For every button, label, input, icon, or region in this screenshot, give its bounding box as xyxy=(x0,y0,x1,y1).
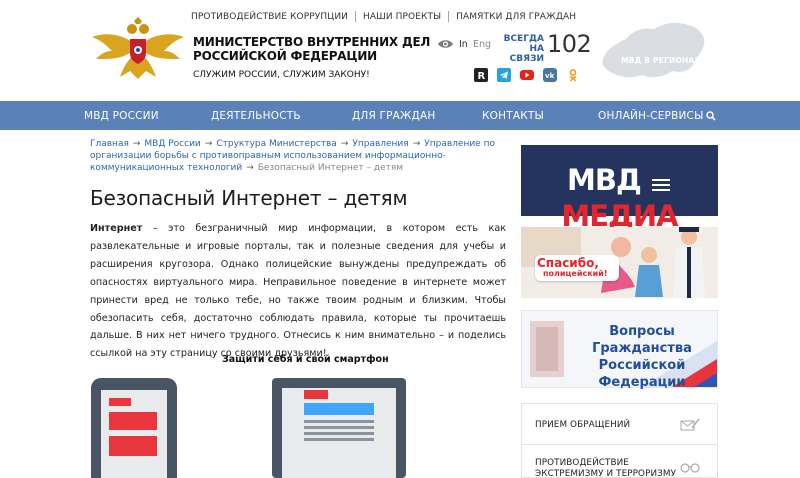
breadcrumb-structure[interactable]: Структура Министерства xyxy=(216,139,336,149)
regions-label[interactable]: МВД В РЕГИОНАХ xyxy=(621,56,701,65)
rutube-icon[interactable]: R xyxy=(474,67,488,82)
nav-contacts[interactable]: КОНТАКТЫ xyxy=(482,110,544,122)
top-nav-projects-link[interactable]: НАШИ ПРОЕКТЫ xyxy=(363,12,441,22)
services-divider xyxy=(522,444,717,445)
banner-media-text: МВД МЕДИА xyxy=(521,163,718,233)
search-icon[interactable] xyxy=(706,111,716,121)
breadcrumb-current: Безопасный Интернет – детям xyxy=(257,163,404,173)
service-extremism-label2: ЭКСТРЕМИЗМУ И ТЕРРОРИЗМУ xyxy=(535,469,677,478)
social-links: R vk xyxy=(474,67,580,82)
nav-for-citizens[interactable]: ДЛЯ ГРАЖДАН xyxy=(352,110,435,122)
smartphone-block xyxy=(109,436,157,456)
laptop-line xyxy=(304,432,374,435)
intro-text: – это безграничный мир информации, в кот… xyxy=(90,223,506,360)
banner-thanks-line2: полицейский! xyxy=(543,269,608,278)
lang-eng-link[interactable]: Eng xyxy=(473,39,491,50)
nav-activity[interactable]: ДЕЯТЕЛЬНОСТЬ xyxy=(211,110,301,122)
breadcrumb-departments[interactable]: Управления xyxy=(352,139,408,149)
hotline-number[interactable]: 102 xyxy=(547,30,592,58)
service-extremism-label1: ПРОТИВОДЕЙСТВИЕ xyxy=(535,458,629,468)
top-nav-divider xyxy=(355,11,356,22)
org-motto: СЛУЖИМ РОССИИ, СЛУЖИМ ЗАКОНУ! xyxy=(193,70,370,80)
section-subheading: Защити себя и свой смартфон xyxy=(222,354,389,365)
services-box: ПРИЕМ ОБРАЩЕНИЙ ПРОТИВОДЕЙСТВИЕ ЭКСТРЕМИ… xyxy=(521,403,718,478)
laptop-block xyxy=(304,403,374,415)
eye-icon[interactable] xyxy=(437,38,454,50)
laptop-line xyxy=(304,426,374,429)
page-title: Безопасный Интернет – детям xyxy=(90,186,408,210)
site-header: ПРОТИВОДЕЙСТВИЕ КОРРУПЦИИ НАШИ ПРОЕКТЫ П… xyxy=(0,0,800,101)
service-appeals-link[interactable]: ПРИЕМ ОБРАЩЕНИЙ xyxy=(535,420,630,431)
banner-questions-line1: Вопросы xyxy=(609,324,675,339)
breadcrumb-arrow: → xyxy=(204,139,213,149)
banner-questions-line3: Российской Федерации xyxy=(598,358,686,390)
nav-mvd-russia[interactable]: МВД РОССИИ xyxy=(84,110,159,122)
banner-thanks-police[interactable]: Спасибо, полицейский! xyxy=(521,227,718,298)
banner-citizenship-questions[interactable]: Вопросы Гражданства Российской Федерации xyxy=(521,310,718,391)
laptop-line xyxy=(304,420,374,423)
banner-mvd-media[interactable]: МВД МЕДИА xyxy=(521,145,718,233)
service-extremism-link[interactable]: ПРОТИВОДЕЙСТВИЕ ЭКСТРЕМИЗМУ И ТЕРРОРИЗМУ xyxy=(535,458,676,478)
laptop-block xyxy=(304,390,328,399)
handcuffs-icon xyxy=(680,463,700,473)
svg-text:vk: vk xyxy=(545,72,555,80)
nav-online-services[interactable]: ОНЛАЙН-СЕРВИСЫ xyxy=(598,110,704,122)
service-appeals-label: ПРИЕМ ОБРАЩЕНИЙ xyxy=(535,420,631,430)
main-nav: МВД РОССИИ ДЕЯТЕЛЬНОСТЬ ДЛЯ ГРАЖДАН КОНТ… xyxy=(0,101,800,130)
banner-questions-text: Вопросы Гражданства Российской Федерации xyxy=(572,323,712,391)
top-nav: ПРОТИВОДЕЙСТВИЕ КОРРУПЦИИ НАШИ ПРОЕКТЫ П… xyxy=(191,11,576,22)
youtube-icon[interactable] xyxy=(520,67,534,81)
mvd-emblem-icon[interactable] xyxy=(90,17,186,81)
breadcrumb-arrow: → xyxy=(340,139,349,149)
hotline-line1: ВСЕГДА xyxy=(503,34,544,44)
banner-thanks-line1: Спасибо, xyxy=(537,256,599,270)
banner-media-white: МВД xyxy=(567,163,642,197)
envelope-pen-icon xyxy=(680,418,700,431)
svg-text:R: R xyxy=(478,71,486,82)
breadcrumb-arrow: → xyxy=(132,139,141,149)
smartphone-block xyxy=(109,412,157,430)
banner-media-stripes-icon xyxy=(651,165,670,199)
org-title-line1: МИНИСТЕРСТВО ВНУТРЕННИХ ДЕЛ xyxy=(193,35,431,49)
hotline-line2: НА СВЯЗИ xyxy=(509,44,544,64)
banner-questions-line2: Гражданства xyxy=(592,341,692,356)
ok-icon[interactable] xyxy=(566,67,580,82)
top-nav-anticorruption-link[interactable]: ПРОТИВОДЕЙСТВИЕ КОРРУПЦИИ xyxy=(191,12,348,22)
breadcrumb-home[interactable]: Главная xyxy=(90,139,129,149)
laptop-illustration xyxy=(272,378,406,478)
org-title-line2: РОССИЙСКОЙ ФЕДЕРАЦИИ xyxy=(193,49,378,63)
breadcrumb-arrow: → xyxy=(246,163,254,173)
top-nav-memos-link[interactable]: ПАМЯТКИ ДЛЯ ГРАЖДАН xyxy=(456,12,576,22)
top-nav-divider xyxy=(448,11,450,22)
smartphone-illustration xyxy=(91,378,177,478)
org-title[interactable]: МИНИСТЕРСТВО ВНУТРЕННИХ ДЕЛ РОССИЙСКОЙ Ф… xyxy=(193,35,430,63)
breadcrumb-mvd[interactable]: МВД России xyxy=(144,139,200,149)
vk-icon[interactable]: vk xyxy=(543,67,557,82)
lang-in-link[interactable]: In xyxy=(459,39,468,50)
smartphone-block xyxy=(109,398,131,406)
telegram-icon[interactable] xyxy=(497,67,511,82)
russia-map-icon[interactable] xyxy=(598,17,708,85)
breadcrumb: Главная → МВД России → Структура Министерств… xyxy=(90,138,510,174)
breadcrumb-arrow: → xyxy=(412,139,421,149)
hotline-label: ВСЕГДА НА СВЯЗИ xyxy=(498,34,544,64)
intro-paragraph: Интернет – это безграничный мир информац… xyxy=(90,220,506,363)
laptop-line xyxy=(304,438,374,441)
intro-bold-term: Интернет xyxy=(90,223,143,234)
